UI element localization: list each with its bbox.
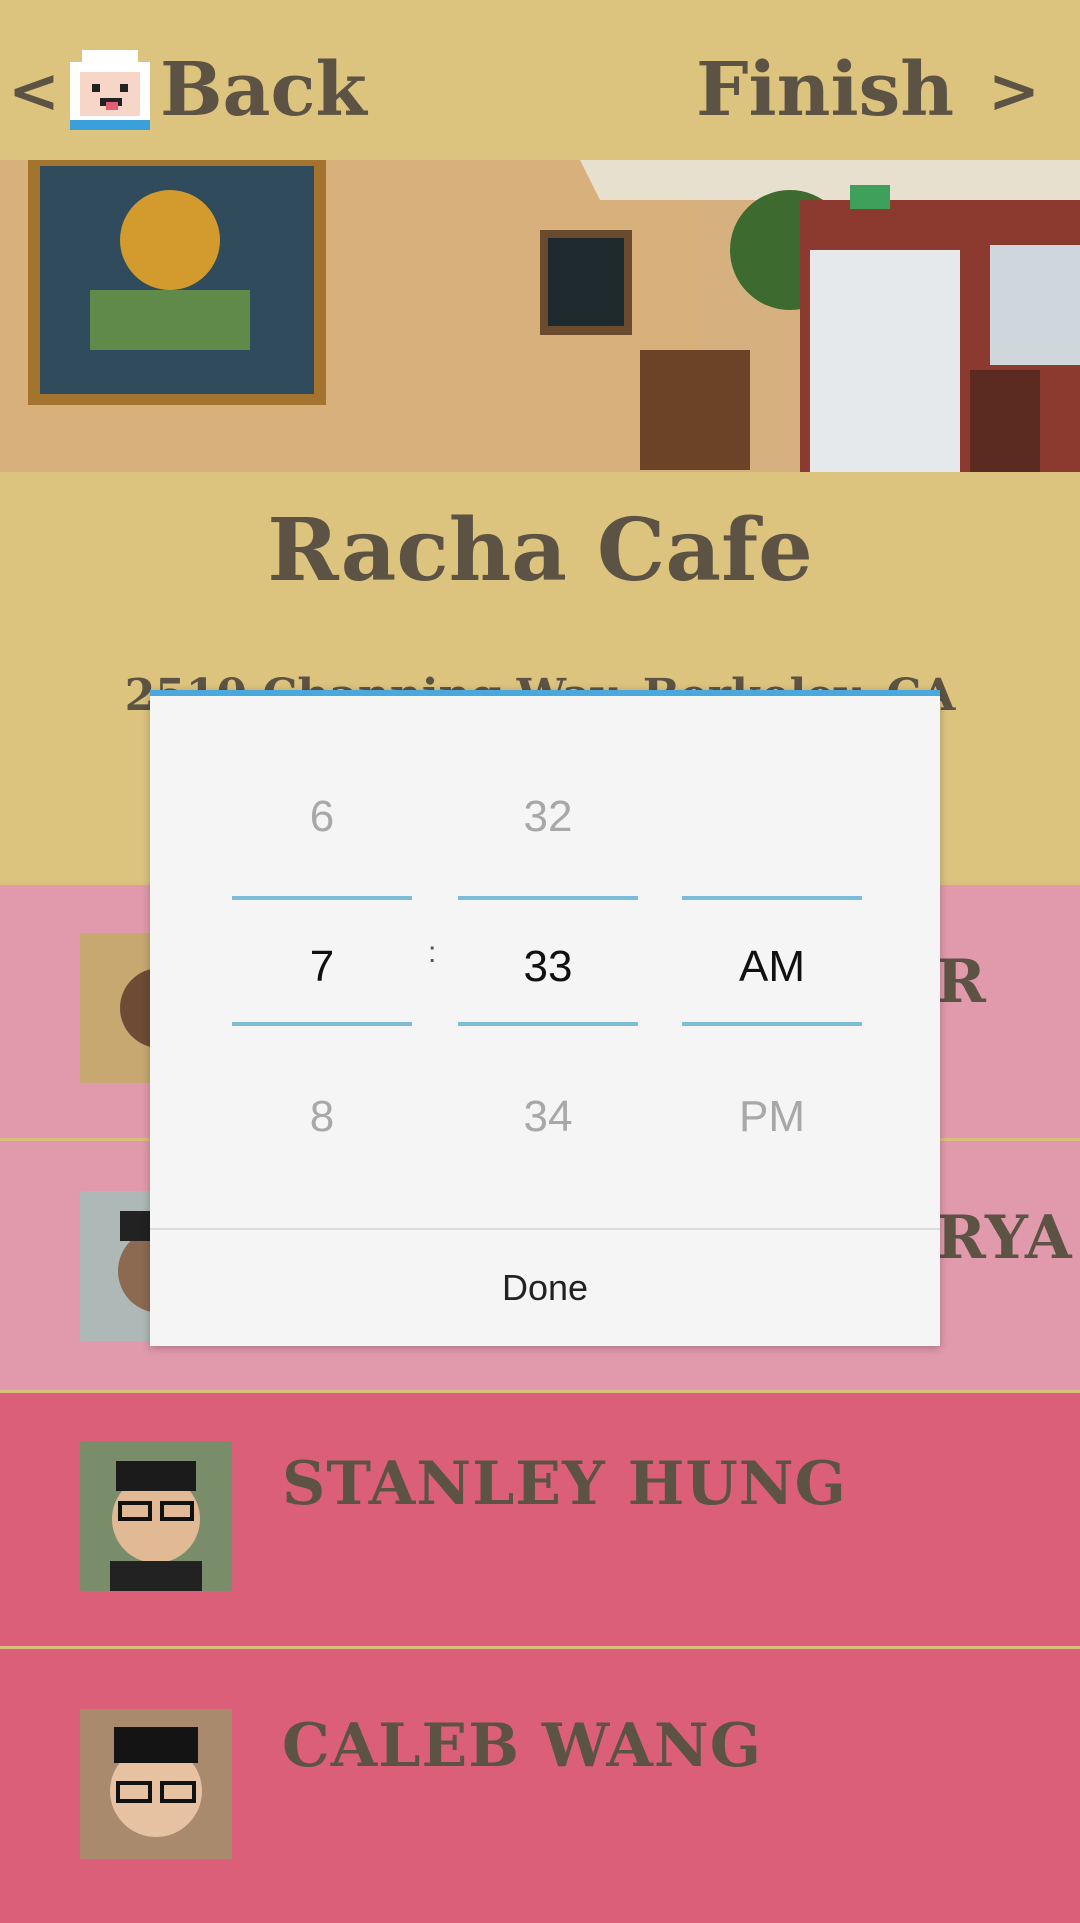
mascot-icon xyxy=(69,50,150,130)
person-name-fragment: RYA xyxy=(936,1203,1073,1273)
top-bar: < Back Finish > xyxy=(0,0,1080,161)
hour-selected[interactable]: 7 xyxy=(232,942,412,992)
venue-photo xyxy=(0,160,1080,472)
period-next[interactable]: PM xyxy=(682,1092,862,1142)
hour-divider-top xyxy=(232,896,412,900)
done-button[interactable]: Done xyxy=(150,1230,940,1346)
time-separator: : xyxy=(428,936,437,969)
chevron-right-icon: > xyxy=(988,53,1040,127)
minute-divider-bottom xyxy=(458,1022,638,1026)
chevron-left-icon: < xyxy=(8,53,60,127)
period-divider-top xyxy=(682,896,862,900)
hour-prev[interactable]: 6 xyxy=(232,792,412,842)
back-button[interactable]: < Back xyxy=(8,40,367,140)
person-row[interactable]: Caleb Wang xyxy=(0,1646,1080,1923)
venue-name: Racha Cafe xyxy=(267,500,813,601)
finish-label: Finish xyxy=(696,47,955,133)
minute-selected[interactable]: 33 xyxy=(458,942,638,992)
minute-column[interactable]: 32 33 34 xyxy=(458,696,638,1226)
avatar xyxy=(80,1441,232,1591)
time-picker-dialog: 6 7 8 : 32 33 34 AM PM Done xyxy=(150,690,940,1346)
person-row[interactable]: Stanley Hung xyxy=(0,1390,1080,1647)
minute-next[interactable]: 34 xyxy=(458,1092,638,1142)
person-name: Caleb Wang xyxy=(282,1711,763,1781)
avatar xyxy=(80,1709,232,1859)
minute-prev[interactable]: 32 xyxy=(458,792,638,842)
period-divider-bottom xyxy=(682,1022,862,1026)
period-column[interactable]: AM PM xyxy=(682,696,862,1226)
back-label: Back xyxy=(159,47,367,133)
person-name: Stanley Hung xyxy=(282,1449,847,1519)
period-selected[interactable]: AM xyxy=(682,942,862,992)
hour-divider-bottom xyxy=(232,1022,412,1026)
person-name-fragment: R xyxy=(936,947,987,1017)
hour-next[interactable]: 8 xyxy=(232,1092,412,1142)
finish-button[interactable]: Finish > xyxy=(696,40,1040,140)
minute-divider-top xyxy=(458,896,638,900)
hour-column[interactable]: 6 7 8 xyxy=(232,696,412,1226)
